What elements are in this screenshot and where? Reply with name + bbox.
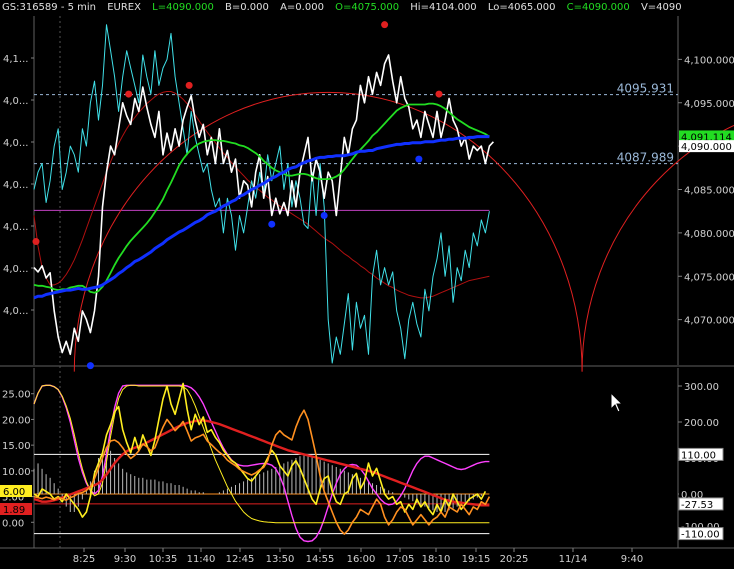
indicator-left-tick-label: 20.00 [2, 415, 31, 426]
dark-red-line [33, 91, 490, 299]
swing-high-marker [381, 21, 389, 29]
price-left-tick-label: 4,0... [3, 306, 28, 317]
exchange-label: EUREX [107, 2, 141, 13]
swing-high-marker [125, 90, 133, 98]
price-left-tick-label: 4,0... [3, 96, 28, 107]
indicator-left-tag-label: 1.89 [3, 505, 25, 516]
x-tick-label: 19:15 [462, 554, 491, 565]
chart-header: GS:316589 - 5 min EUREX L=4090.000 B=0.0… [2, 0, 690, 16]
indicator-right-tag-label: -27.53 [681, 500, 713, 511]
low-price: Lo=4065.000 [487, 2, 556, 13]
x-tick-label: 18:10 [422, 554, 451, 565]
price-left-tick-label: 4,0... [3, 222, 28, 233]
price-tag-label: 4,090.000 [681, 142, 732, 153]
price-right-tick-label: 4,100.000 [684, 55, 734, 66]
indicator-right-tag-label: 110.00 [681, 450, 716, 461]
ask-price: A=0.000 [280, 2, 324, 13]
x-tick-label: 9:40 [621, 554, 643, 565]
indicator-right-tick-label: 300.00 [684, 382, 719, 393]
price-left-tick-label: 4,0... [3, 138, 28, 149]
x-tick-label: 12:45 [226, 554, 255, 565]
oscillator-line [33, 24, 490, 364]
indicator-left-tick-label: 10.00 [2, 467, 31, 478]
x-tick-label: 11:40 [187, 554, 216, 565]
price-right-tick-label: 4,070.000 [684, 316, 734, 327]
x-tick-label: 14:55 [306, 554, 335, 565]
x-tick-label: 16:00 [347, 554, 376, 565]
swing-low-marker [320, 212, 328, 220]
yellow-momentum-line [33, 382, 487, 518]
mouse-cursor-icon [610, 392, 624, 413]
indicator-right-tag-label: -110.00 [681, 530, 720, 541]
x-tick-label: 17:05 [386, 554, 415, 565]
reference-line-label: 4095.931 [617, 82, 674, 96]
bid-price: B=0.000 [225, 2, 269, 13]
indicator-right-tick-label: 200.00 [684, 418, 719, 429]
price-left-tick-label: 4,1... [3, 54, 28, 65]
price-left-tick-label: 4,0... [3, 180, 28, 191]
x-tick-label: 13:50 [266, 554, 295, 565]
symbol-label: GS:316589 - 5 min [2, 2, 97, 13]
reference-line-label: 4087.989 [617, 151, 674, 165]
last-price: L=4090.000 [152, 2, 214, 13]
x-tick-label: 8:25 [73, 554, 95, 565]
high-price: Hi=4104.000 [410, 2, 477, 13]
indicator-left-tick-label: 15.00 [2, 441, 31, 452]
x-tick-label: 9:30 [114, 554, 136, 565]
price-right-tick-label: 4,075.000 [684, 272, 734, 283]
indicator-left-tick-label: 0.00 [2, 518, 24, 529]
chart-canvas[interactable]: 4,100.000 4,095.000 4,090.000 4,085.000 4,08… [0, 0, 734, 565]
close-price: C=4090.000 [566, 2, 630, 13]
trading-chart[interactable]: 4,100.000 4,095.000 4,090.000 4,085.000 4,08… [0, 0, 734, 565]
price-right-tick-label: 4,080.000 [684, 229, 734, 240]
x-tick-label: 11/14 [559, 554, 588, 565]
indicator-left-tick-label: 25.00 [2, 390, 31, 401]
price-right-tick-label: 4,095.000 [684, 99, 734, 110]
swing-low-marker [415, 155, 423, 163]
swing-high-marker [435, 90, 443, 98]
price-left-tick-label: 4,0... [3, 264, 28, 275]
swing-high-marker [32, 238, 40, 246]
indicator-left-tag-label: 6.00 [3, 487, 25, 498]
swing-low-marker [268, 220, 276, 228]
swing-low-marker [86, 362, 94, 370]
x-tick-label: 10:35 [149, 554, 178, 565]
price-line [33, 54, 494, 356]
x-tick-label: 20:25 [500, 554, 529, 565]
volume-label: V=4090 [640, 2, 682, 13]
price-right-tick-label: 4,085.000 [684, 186, 734, 197]
open-price: O=4075.000 [335, 2, 400, 13]
cycle-arc [73, 91, 583, 372]
swing-high-marker [185, 81, 193, 89]
